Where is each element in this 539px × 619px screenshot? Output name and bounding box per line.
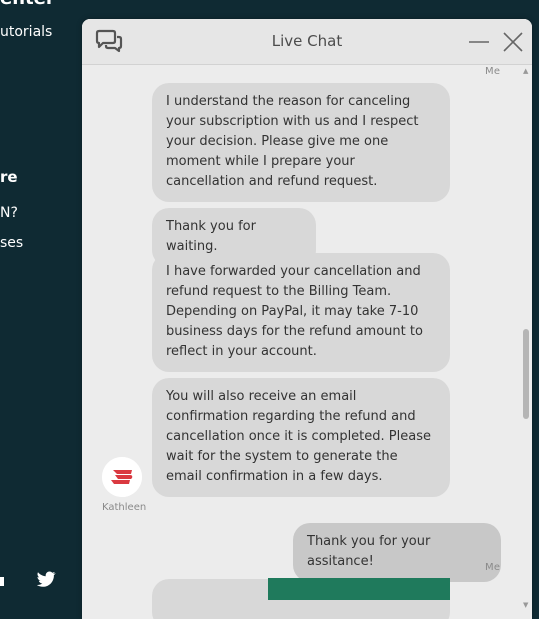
user-message: Thank you for your assitance! (293, 523, 501, 582)
section-heading: re (0, 168, 18, 186)
nav-item-tutorials[interactable]: utorials (0, 24, 52, 40)
agent-message: I understand the reason for canceling yo… (152, 83, 450, 202)
scroll-up-icon[interactable]: ▲ (523, 67, 528, 75)
scrollbar-thumb[interactable] (523, 329, 529, 419)
chat-input-bar[interactable] (268, 578, 450, 600)
chat-header: Live Chat (82, 19, 532, 65)
sender-label-me: Me (485, 66, 501, 77)
page-title-fragment: enter (0, 0, 55, 9)
sender-label-me: Me (485, 562, 501, 573)
live-chat-window: Live Chat Me I understand the reason for… (82, 19, 532, 619)
expressvpn-logo-icon (102, 457, 142, 497)
agent-name: Kathleen (102, 502, 147, 513)
close-icon[interactable] (502, 31, 524, 53)
nav-item-vpn[interactable]: N? (0, 205, 18, 221)
minimize-icon[interactable] (468, 33, 490, 51)
nav-item-uses[interactable]: ses (0, 235, 23, 251)
agent-message: I have forwarded your cancellation and r… (152, 253, 450, 372)
twitter-icon[interactable] (35, 568, 57, 590)
linkedin-icon[interactable] (0, 568, 10, 590)
chat-messages[interactable]: Me I understand the reason for canceling… (82, 65, 532, 619)
chat-title: Live Chat (271, 32, 343, 50)
agent-message: You will also receive an email confirmat… (152, 378, 450, 497)
avatar (102, 457, 142, 497)
